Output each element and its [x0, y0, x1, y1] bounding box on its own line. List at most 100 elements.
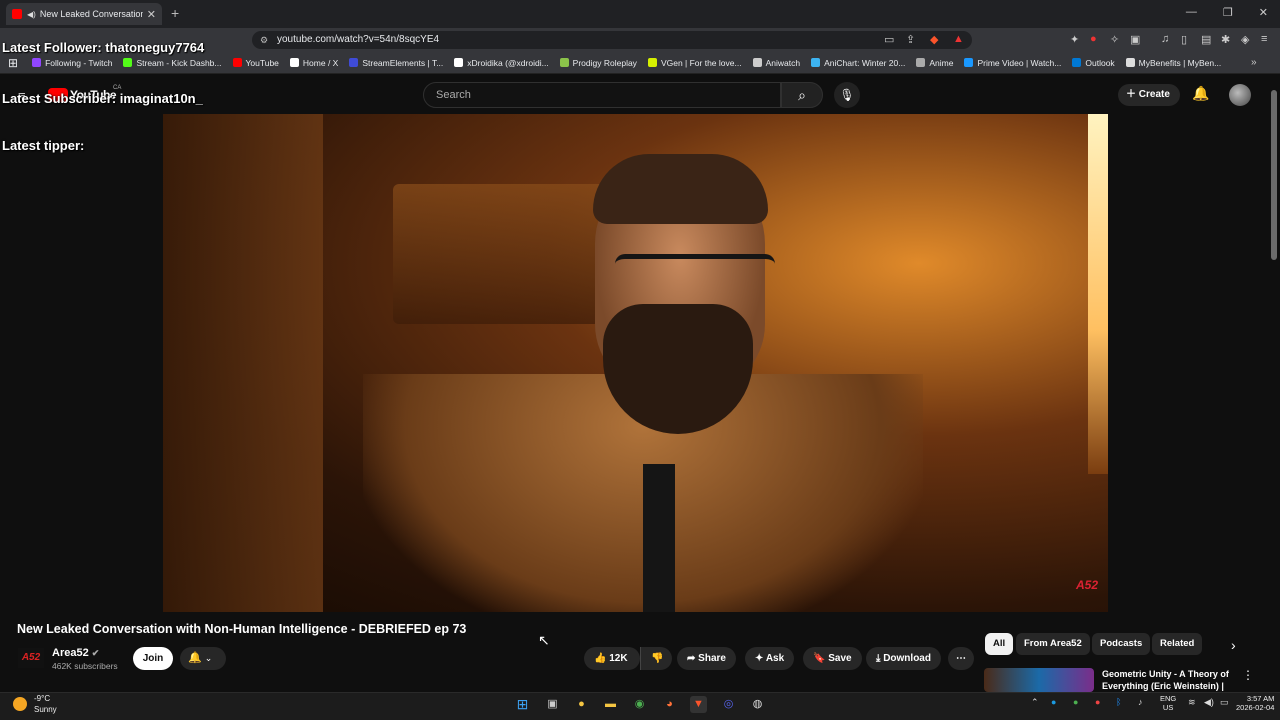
- bookmark-item[interactable]: Prime Video | Watch...: [964, 58, 1061, 68]
- apps-icon[interactable]: ⊞: [8, 56, 18, 70]
- download-button[interactable]: ⤓ Download: [866, 647, 941, 670]
- bookmark-label: Home / X: [302, 57, 339, 68]
- channel-name[interactable]: Area52 ✔: [52, 647, 99, 659]
- extension-icon[interactable]: ✦: [1070, 33, 1079, 46]
- wifi-icon[interactable]: ≋: [1188, 697, 1196, 708]
- microphone-icon[interactable]: ♪: [1138, 697, 1143, 707]
- discord-icon[interactable]: ◎: [720, 696, 737, 713]
- download-icon: ⤓: [876, 653, 881, 664]
- bookmark-item[interactable]: VGen | For the love...: [647, 58, 742, 68]
- bookmark-favicon-icon: [559, 58, 569, 67]
- bookmark-item[interactable]: Prodigy Roleplay: [559, 58, 637, 68]
- file-explorer-icon[interactable]: ▬: [602, 696, 619, 713]
- menu-icon[interactable]: ≡: [1261, 33, 1267, 45]
- chip-all[interactable]: All: [985, 633, 1014, 655]
- recommendation-more-icon[interactable]: ⋮: [1242, 668, 1254, 682]
- new-tab-button[interactable]: +: [171, 5, 179, 21]
- chevron-down-icon: ⌄: [204, 653, 213, 663]
- dislike-button[interactable]: 👎: [640, 647, 672, 670]
- bookmark-item[interactable]: Stream - Kick Dashb...: [123, 58, 222, 68]
- bookmark-item[interactable]: StreamElements | T...: [349, 58, 443, 68]
- widgets-icon[interactable]: ●: [573, 696, 590, 713]
- extensions-icon[interactable]: ✱: [1221, 33, 1230, 46]
- tray-overflow-icon[interactable]: ⌃: [1031, 697, 1039, 708]
- steam-icon[interactable]: ●: [1051, 697, 1056, 707]
- notifications-bell-icon[interactable]: 🔔: [1192, 85, 1209, 102]
- weather-sun-icon[interactable]: [13, 697, 27, 711]
- bookmark-item[interactable]: Outlook: [1072, 57, 1115, 68]
- input-language[interactable]: ENG US: [1160, 694, 1176, 712]
- search-button[interactable]: ⌕: [781, 82, 823, 108]
- minimize-icon[interactable]: —: [1186, 6, 1197, 19]
- extension-box-icon[interactable]: ▣: [1130, 33, 1140, 46]
- save-button[interactable]: 🔖 Save: [803, 647, 862, 670]
- recommendation-thumbnail[interactable]: [984, 668, 1094, 692]
- bookmark-item[interactable]: MyBenefits | MyBen...: [1125, 58, 1221, 68]
- more-bookmarks-icon[interactable]: »: [1251, 57, 1257, 68]
- channel-avatar[interactable]: A52: [18, 648, 44, 668]
- chip-podcasts[interactable]: Podcasts: [1092, 633, 1151, 655]
- subscription-bell-button[interactable]: 🔔 ⌄: [180, 647, 226, 670]
- browser-tabstrip: [0, 0, 1280, 28]
- battery-icon[interactable]: ▭: [1220, 697, 1229, 708]
- wallet-icon[interactable]: ▤: [1201, 33, 1211, 46]
- bookmark-item[interactable]: AniChart: Winter 20...: [811, 58, 905, 68]
- bookmark-item[interactable]: Home / X: [289, 57, 339, 68]
- brave-shields-icon[interactable]: ◆: [930, 33, 938, 46]
- bookmark-item[interactable]: Following - Twitch: [32, 58, 112, 68]
- avatar[interactable]: [1229, 84, 1251, 106]
- chrome-icon[interactable]: ◉: [631, 696, 648, 713]
- page-scrollbar[interactable]: [1271, 90, 1277, 260]
- extension-red-icon[interactable]: ●: [1090, 33, 1097, 45]
- more-actions-button[interactable]: ⋯: [948, 647, 974, 670]
- brave-icon[interactable]: ▼: [690, 696, 707, 713]
- overlay-latest-tipper: Latest tipper:: [2, 138, 85, 153]
- address-bar[interactable]: ⚙ youtube.com/watch?v=54n/8sqcYE4: [252, 31, 972, 49]
- start-windows-icon[interactable]: ⊞: [514, 696, 531, 713]
- cast-icon[interactable]: ▭: [884, 33, 894, 46]
- ask-button[interactable]: ✦ Ask: [745, 647, 795, 670]
- speaker-icon[interactable]: ◀): [27, 10, 36, 19]
- puzzle-icon[interactable]: ✧: [1110, 33, 1119, 46]
- obs-icon[interactable]: ◍: [749, 696, 766, 713]
- volume-icon[interactable]: ◀): [1204, 697, 1214, 708]
- brave-rewards-icon[interactable]: ▲: [953, 33, 964, 45]
- share-icon[interactable]: ⇪: [906, 33, 915, 46]
- recommendation-title[interactable]: Geometric Unity - A Theory of Everything…: [1102, 668, 1232, 692]
- bookmark-item[interactable]: Aniwatch: [752, 58, 800, 68]
- vpn-icon[interactable]: ◈: [1241, 33, 1249, 46]
- search-input[interactable]: Search: [423, 82, 781, 108]
- sidebar-icon[interactable]: ▯: [1181, 33, 1187, 46]
- antivirus-icon[interactable]: ●: [1095, 697, 1100, 707]
- bookmark-item[interactable]: YouTube: [232, 58, 279, 68]
- voice-search-icon[interactable]: 🎙: [834, 82, 860, 108]
- weather-condition[interactable]: Sunny: [34, 705, 57, 714]
- firefox-icon[interactable]: ◕: [661, 696, 678, 713]
- create-button[interactable]: ＋ Create: [1118, 84, 1180, 106]
- site-info-icon[interactable]: ⚙: [260, 31, 268, 49]
- chip-related[interactable]: Related: [1152, 633, 1203, 655]
- task-view-icon[interactable]: ▣: [544, 696, 561, 713]
- close-window-icon[interactable]: ✕: [1259, 6, 1268, 19]
- video-player[interactable]: A52: [163, 114, 1108, 612]
- like-button[interactable]: 👍 12K: [584, 647, 640, 670]
- subscriber-count: 462K subscribers: [52, 661, 118, 671]
- bluetooth-icon[interactable]: ᛒ: [1116, 697, 1121, 707]
- chip-from-channel[interactable]: From Area52: [1016, 633, 1090, 655]
- music-icon[interactable]: ♫: [1161, 33, 1169, 45]
- bookmark-label: Outlook: [1085, 57, 1115, 68]
- bookmark-label: Anime: [929, 57, 954, 68]
- bookmark-item[interactable]: Anime: [916, 58, 953, 68]
- bookmark-favicon-icon: [1125, 58, 1135, 67]
- bookmark-item[interactable]: xDroidika (@xdroidi...: [454, 58, 549, 68]
- channel-watermark[interactable]: A52: [1076, 578, 1098, 592]
- chips-next-icon[interactable]: ›: [1231, 637, 1236, 653]
- close-tab-icon[interactable]: ✕: [147, 8, 156, 21]
- weather-temperature[interactable]: -9°C: [34, 694, 50, 703]
- browser-tab-active[interactable]: ◀) New Leaked Conversation wi ✕: [6, 3, 162, 25]
- maximize-icon[interactable]: ❐: [1223, 6, 1233, 19]
- nvidia-icon[interactable]: ●: [1073, 697, 1078, 707]
- join-button[interactable]: Join: [133, 647, 173, 670]
- share-button[interactable]: ➦ Share: [677, 647, 736, 670]
- system-clock[interactable]: 3:57 AM 2026-02-04: [1236, 694, 1274, 712]
